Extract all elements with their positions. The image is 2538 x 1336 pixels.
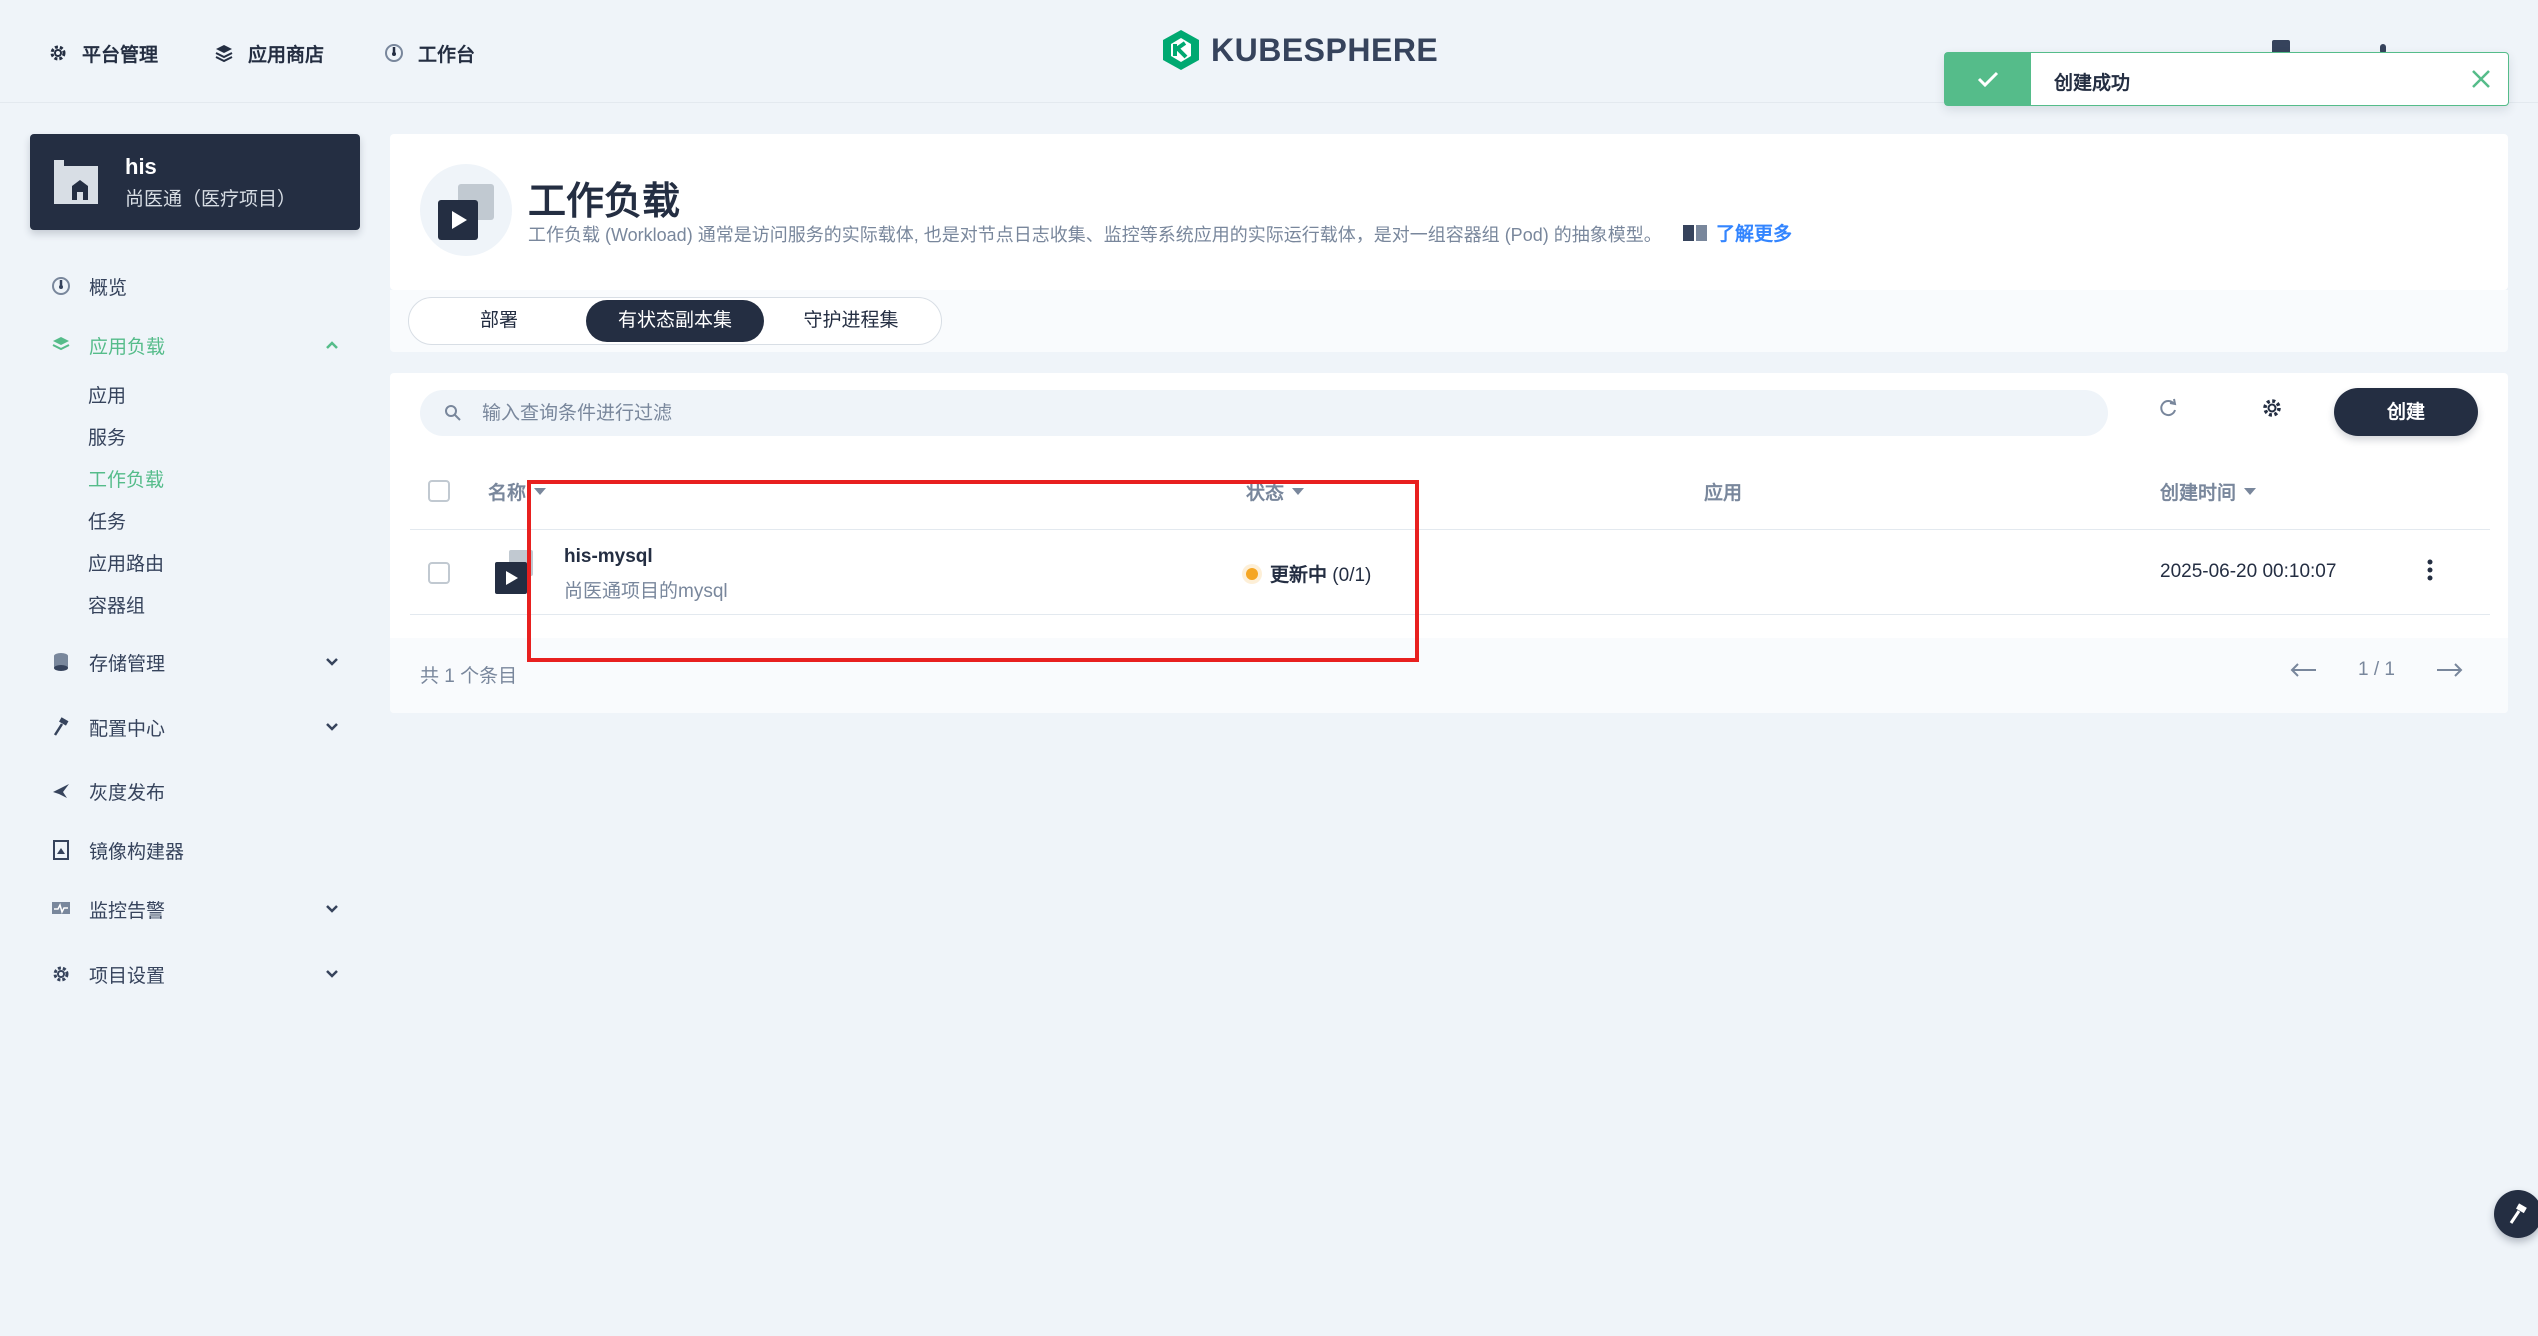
toast-message: 创建成功 — [2054, 73, 2131, 94]
search-bar[interactable] — [420, 390, 2108, 438]
sidebar-item-storage[interactable]: 存储管理 — [46, 645, 346, 679]
sidebar-item-overview[interactable]: 概览 — [46, 269, 346, 303]
select-all-checkbox[interactable] — [428, 480, 450, 502]
tab-statefulsets[interactable]: 有状态副本集 — [586, 300, 764, 342]
sidebar-item-label: 灰度发布 — [89, 782, 166, 804]
gear-icon — [48, 43, 68, 63]
tab-daemonsets[interactable]: 守护进程集 — [764, 300, 938, 342]
page-indicator: 1 / 1 — [2358, 659, 2395, 680]
sidebar-item-label: 监控告警 — [89, 900, 166, 922]
nav-app-store-label: 应用商店 — [248, 44, 325, 66]
gear-icon — [46, 964, 76, 984]
sidebar-item-app-workloads[interactable]: 应用负载 — [46, 328, 346, 362]
nav-app-store[interactable]: 应用商店 — [214, 36, 324, 70]
success-toast: 创建成功 — [1944, 52, 2509, 106]
database-icon — [46, 652, 76, 672]
sidebar-item-image-builder[interactable]: 镜像构建器 — [46, 833, 346, 867]
sidebar-item-config-center[interactable]: 配置中心 — [46, 710, 346, 744]
image-icon — [46, 840, 76, 860]
sidebar-item-label: 应用负载 — [89, 336, 166, 358]
search-icon — [444, 404, 462, 422]
sidebar-item-grayscale-release[interactable]: 灰度发布 — [46, 774, 346, 808]
sidebar-subitem-services[interactable]: 服务 — [88, 424, 126, 454]
nav-workbench-label: 工作台 — [418, 44, 476, 66]
column-header-label: 创建时间 — [2160, 483, 2237, 504]
sidebar-item-project-settings[interactable]: 项目设置 — [46, 957, 346, 991]
column-header-label: 应用 — [1704, 483, 1743, 504]
dashboard-icon — [46, 276, 76, 296]
workload-type-tabs: 部署 有状态副本集 守护进程集 — [408, 297, 942, 345]
chevron-up-icon — [324, 337, 340, 353]
sidebar-item-label: 概览 — [89, 277, 128, 299]
chevron-down-icon — [324, 966, 340, 982]
sidebar-item-monitoring[interactable]: 监控告警 — [46, 892, 346, 926]
project-description: 尚医通（医疗项目） — [125, 189, 297, 210]
settings-icon[interactable] — [2260, 396, 2284, 420]
sidebar-item-label: 存储管理 — [89, 653, 166, 675]
nav-workbench[interactable]: 工作台 — [384, 36, 475, 70]
close-icon[interactable] — [2470, 68, 2492, 90]
tab-deployments[interactable]: 部署 — [412, 300, 586, 342]
stack-icon — [214, 43, 234, 63]
more-icon[interactable] — [2420, 558, 2440, 582]
total-count: 共 1 个条目 — [420, 666, 518, 687]
book-icon — [1682, 223, 1708, 243]
learn-more-label: 了解更多 — [1716, 224, 1793, 245]
sidebar-subitem-pods[interactable]: 容器组 — [88, 592, 145, 622]
sidebar-subitem-routes[interactable]: 应用路由 — [88, 550, 164, 580]
annotation-highlight-box — [527, 480, 1419, 662]
sidebar-subitem-jobs[interactable]: 任务 — [88, 508, 126, 538]
workload-icon — [420, 164, 512, 256]
monitor-icon — [46, 901, 76, 917]
nav-platform-management-label: 平台管理 — [82, 44, 159, 66]
search-input[interactable] — [480, 390, 2084, 438]
kubesphere-logo-text: KUBESPHERE — [1211, 31, 1439, 68]
project-icon — [52, 156, 102, 208]
create-button[interactable]: 创建 — [2334, 388, 2478, 436]
column-header-created[interactable]: 创建时间 — [2160, 478, 2257, 505]
pagination: 1 / 1 — [2290, 659, 2463, 681]
sidebar-subitem-workloads[interactable]: 工作负载 — [88, 466, 164, 496]
stack-icon — [46, 335, 76, 355]
learn-more-link[interactable]: 了解更多 — [1682, 219, 1792, 246]
nav-platform-management[interactable]: 平台管理 — [48, 36, 158, 70]
sidebar-item-label: 配置中心 — [89, 718, 166, 740]
refresh-icon[interactable] — [2156, 396, 2180, 420]
chevron-down-icon — [324, 901, 340, 917]
project-card[interactable]: his 尚医通（医疗项目） — [30, 134, 360, 230]
created-time: 2025-06-20 00:10:07 — [2160, 561, 2337, 582]
sidebar-subitem-apps[interactable]: 应用 — [88, 382, 126, 412]
chevron-down-icon — [324, 719, 340, 735]
chevron-down-icon — [324, 654, 340, 670]
caret-down-icon — [2244, 487, 2257, 496]
check-icon — [1945, 53, 2031, 105]
page-title: 工作负载 — [528, 181, 681, 223]
kubesphere-logo-icon — [1161, 28, 1201, 72]
page-description: 工作负载 (Workload) 通常是访问服务的实际载体, 也是对节点日志收集、… — [528, 225, 1662, 245]
arrow-left-icon[interactable] — [2290, 663, 2318, 677]
column-header-label: 名称 — [488, 483, 527, 504]
hammer-icon — [46, 717, 76, 737]
column-header-app: 应用 — [1704, 478, 1742, 505]
project-name: his — [125, 154, 157, 179]
sidebar-item-label: 项目设置 — [89, 965, 166, 987]
hammer-icon — [2507, 1203, 2529, 1225]
sidebar-item-label: 镜像构建器 — [89, 841, 185, 863]
arrow-right-icon[interactable] — [2435, 663, 2463, 677]
toolbox-button[interactable] — [2494, 1190, 2538, 1238]
bird-icon — [46, 782, 76, 800]
page-header — [390, 134, 2508, 290]
row-checkbox[interactable] — [428, 562, 450, 584]
kubesphere-logo[interactable]: KUBESPHERE — [1161, 28, 1438, 72]
dashboard-icon — [384, 43, 404, 63]
